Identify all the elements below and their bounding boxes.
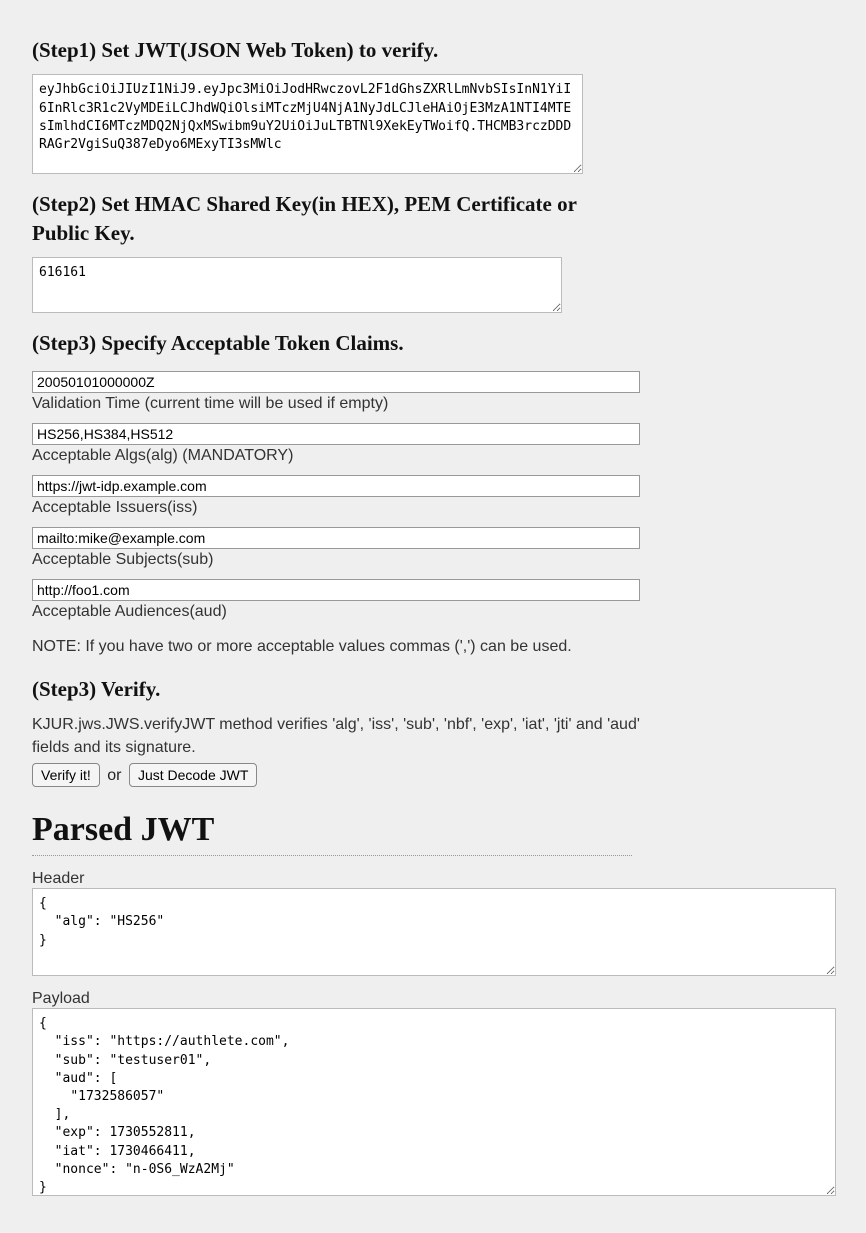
verify-desc: KJUR.jws.JWS.verifyJWT method verifies '… [32,713,662,759]
or-text: or [107,767,121,784]
claims-note: NOTE: If you have two or more acceptable… [32,635,662,658]
jwt-input[interactable] [32,74,583,174]
algs-label: Acceptable Algs(alg) (MANDATORY) [32,447,834,465]
decode-button[interactable]: Just Decode JWT [129,763,257,787]
aud-label: Acceptable Audiences(aud) [32,603,834,621]
validation-time-input[interactable] [32,371,640,393]
parsed-jwt-heading: Parsed JWT [32,811,632,856]
sub-label: Acceptable Subjects(sub) [32,551,834,569]
header-output[interactable] [32,888,836,976]
step1-heading: (Step1) Set JWT(JSON Web Token) to verif… [32,36,834,64]
step2-heading: (Step2) Set HMAC Shared Key(in HEX), PEM… [32,190,592,247]
payload-output[interactable] [32,1008,836,1196]
step3-heading: (Step3) Specify Acceptable Token Claims. [32,329,834,357]
algs-input[interactable] [32,423,640,445]
aud-input[interactable] [32,579,640,601]
payload-label: Payload [32,990,834,1008]
verify-button[interactable]: Verify it! [32,763,100,787]
iss-label: Acceptable Issuers(iss) [32,499,834,517]
verify-heading: (Step3) Verify. [32,675,834,703]
validation-time-label: Validation Time (current time will be us… [32,395,834,413]
key-input[interactable] [32,257,562,313]
sub-input[interactable] [32,527,640,549]
header-label: Header [32,870,834,888]
iss-input[interactable] [32,475,640,497]
